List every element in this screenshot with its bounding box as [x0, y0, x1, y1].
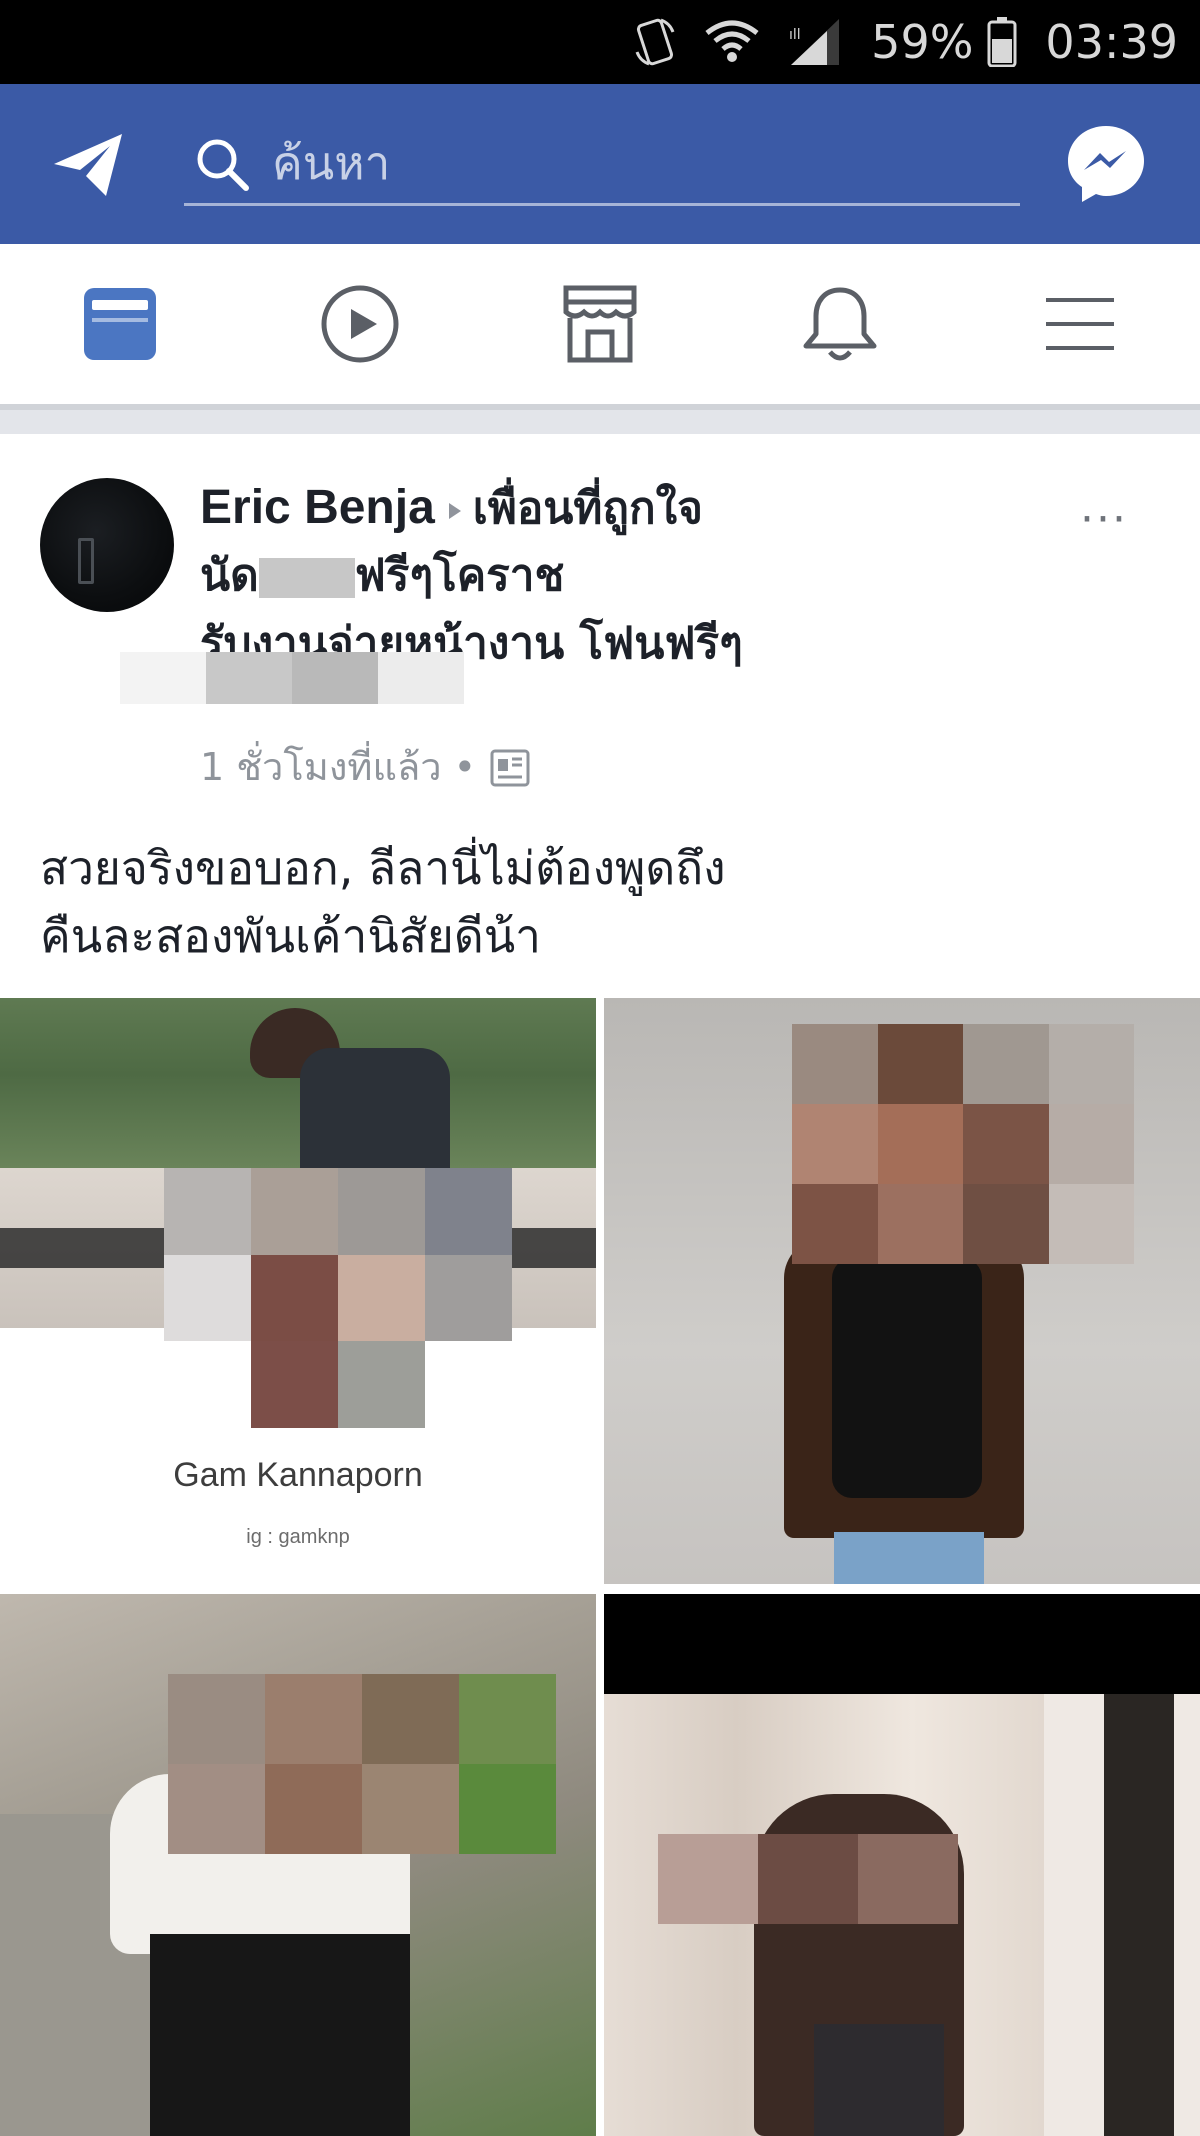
- post-text-line2: คืนละสองพันเค้านิสัยดีน้า: [40, 909, 541, 963]
- post-text-line1: สวยจริงขอบอก, ลีลานี่ไม่ต้องพูดถึง: [40, 841, 726, 895]
- battery-icon: [987, 17, 1017, 67]
- search-underline: [184, 203, 1020, 206]
- group-name-line2-suffix[interactable]: ฟรีๆโคราช: [355, 550, 565, 601]
- photo-3[interactable]: [0, 1594, 596, 2136]
- photo-4-top-band: [604, 1594, 1200, 1694]
- post-meta: 1 ชั่วโมงที่แล้ว •: [200, 736, 532, 797]
- feed-post: Eric Benja เพื่อนที่ถูกใจ นัด ฟรีๆโคราช รั…: [0, 434, 1200, 2136]
- news-feed-icon: [84, 288, 156, 360]
- post-body: สวยจริงขอบอก, ลีลานี่ไม่ต้องพูดถึง คืนละ…: [40, 834, 1160, 970]
- clock: 03:39: [1045, 15, 1178, 69]
- rotate-icon: [633, 16, 677, 68]
- post-timestamp[interactable]: 1 ชั่วโมงที่แล้ว: [200, 736, 442, 797]
- censor-block: [206, 652, 292, 704]
- photo-4-door: [1104, 1694, 1174, 2136]
- battery-percent: 59%: [871, 15, 974, 69]
- video-icon: [321, 285, 399, 363]
- group-privacy-icon: [490, 749, 530, 786]
- photo-1-person-body: [300, 1048, 450, 1168]
- photo-2-top: [832, 1258, 982, 1498]
- marketplace-icon: [563, 285, 637, 363]
- author-avatar[interactable]: [40, 478, 174, 612]
- svg-text:ıll: ıll: [789, 27, 801, 43]
- censor-block: [120, 652, 206, 704]
- post-header: Eric Benja เพื่อนที่ถูกใจ นัด ฟรีๆโคราช รั…: [200, 474, 1080, 678]
- group-name-line2-prefix[interactable]: นัด: [200, 550, 259, 601]
- video-tab[interactable]: [240, 244, 480, 404]
- photo-3-skirt: [150, 1934, 410, 2136]
- censor-block: [292, 652, 378, 704]
- photo-2-jeans: [834, 1532, 984, 1584]
- photo-3-pixelation: [168, 1674, 556, 1854]
- author-name[interactable]: Eric Benja: [200, 481, 435, 534]
- bell-icon: [803, 287, 877, 361]
- status-bar: ıll 59% 03:39: [0, 0, 1200, 84]
- photo-4-top: [814, 2024, 944, 2136]
- more-options-icon[interactable]: ···: [1080, 494, 1128, 545]
- photo-2[interactable]: [604, 998, 1200, 1584]
- tab-bar: [0, 244, 1200, 404]
- photo-grid: Gam Kannaporn ig : gamknp: [0, 998, 1200, 2136]
- photo-1-caption-sub: ig : gamknp: [246, 1526, 350, 1548]
- photo-4-pixelation: [658, 1834, 958, 1924]
- signal-icon: ıll: [787, 17, 843, 67]
- menu-tab[interactable]: [960, 244, 1200, 404]
- app-bar: [0, 84, 1200, 244]
- messenger-icon[interactable]: [1062, 120, 1150, 208]
- feed-divider: [0, 404, 1200, 434]
- search-bar[interactable]: [184, 122, 1020, 206]
- photo-2-pixelation: [792, 1024, 1134, 1264]
- photo-4[interactable]: [604, 1594, 1200, 2136]
- search-icon: [197, 139, 249, 191]
- photo-1-caption-name: Gam Kannaporn: [173, 1456, 423, 1494]
- photo-1[interactable]: Gam Kannaporn ig : gamknp: [0, 998, 596, 1584]
- censor-block: [378, 652, 464, 704]
- photo-1-pixelation: [164, 1168, 512, 1428]
- send-icon[interactable]: [50, 130, 126, 200]
- wifi-icon: [705, 19, 759, 65]
- menu-icon: [1046, 298, 1114, 350]
- search-input[interactable]: [270, 126, 994, 200]
- notifications-tab[interactable]: [720, 244, 960, 404]
- news-feed-tab[interactable]: [0, 244, 240, 404]
- marketplace-tab[interactable]: [480, 244, 720, 404]
- group-name-line1[interactable]: เพื่อนที่ถูกใจ: [473, 483, 703, 534]
- arrow-right-icon: [448, 503, 461, 519]
- censor-block: [258, 558, 355, 598]
- meta-separator: •: [453, 744, 476, 789]
